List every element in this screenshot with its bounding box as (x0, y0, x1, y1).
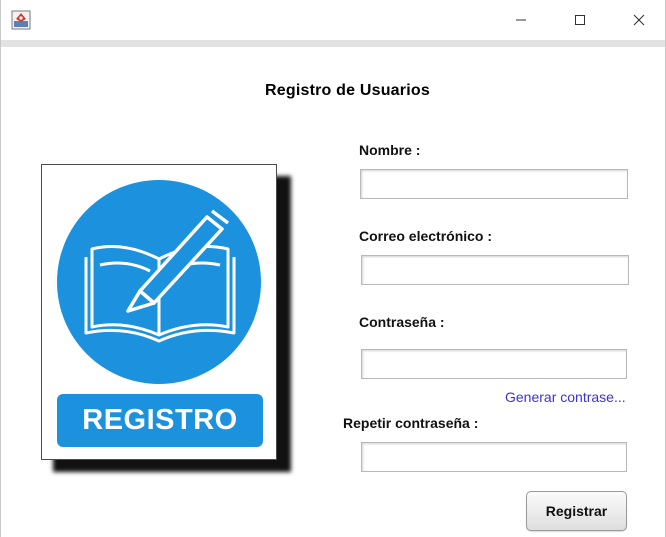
password-input[interactable] (361, 349, 627, 379)
minimize-button[interactable] (498, 0, 544, 40)
title-separator (1, 40, 665, 47)
email-input[interactable] (361, 255, 629, 285)
register-button[interactable]: Registrar (526, 491, 627, 531)
repeat-password-input[interactable] (361, 442, 627, 472)
maximize-icon (575, 15, 585, 25)
badge-text: REGISTRO (82, 404, 238, 436)
form-title: Registro de Usuarios (265, 82, 430, 99)
title-bar (1, 0, 665, 40)
registration-window: REGISTRO Registro de Usuarios Nombre : C… (0, 0, 666, 537)
maximize-button[interactable] (557, 0, 603, 40)
name-input[interactable] (360, 169, 628, 199)
password-label: Contraseña : (359, 314, 445, 330)
close-button[interactable] (616, 0, 662, 40)
repeat-password-label: Repetir contraseña : (343, 415, 479, 431)
registro-image: REGISTRO (41, 164, 277, 460)
java-app-icon[interactable] (11, 10, 31, 30)
generate-password-link[interactable]: Generar contrase... (505, 389, 626, 405)
email-label: Correo electrónico : (359, 228, 493, 244)
registro-badge: REGISTRO (57, 394, 263, 447)
minimize-icon (516, 19, 526, 21)
close-icon (633, 14, 645, 26)
name-label: Nombre : (359, 142, 421, 158)
